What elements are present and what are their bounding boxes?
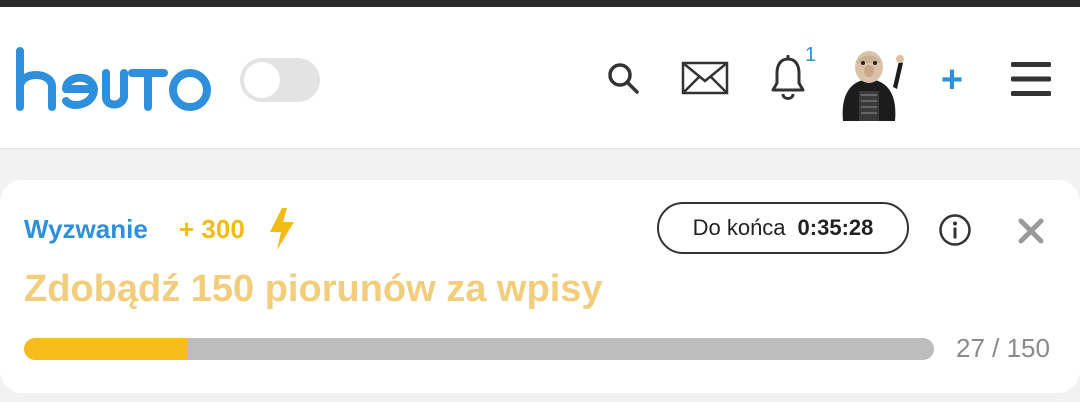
top-navigation-bar: 1 + — [0, 7, 1080, 149]
search-icon — [606, 61, 640, 100]
status-bar-strip — [0, 0, 1080, 7]
mail-icon — [681, 61, 729, 100]
hejto-logo[interactable] — [14, 45, 214, 111]
timer-label: Do końca — [692, 215, 786, 240]
add-post-button[interactable]: + — [936, 57, 968, 103]
user-avatar[interactable] — [833, 47, 905, 121]
challenge-points: + 300 — [179, 214, 245, 244]
progress-fill — [24, 338, 188, 360]
hamburger-menu-icon — [1011, 61, 1051, 102]
time-remaining-box: Do końca 0:35:28 — [657, 202, 909, 254]
challenge-progress-bar — [24, 338, 934, 360]
plus-icon: + — [940, 59, 964, 101]
notification-count-badge: 1 — [805, 44, 817, 66]
challenge-title: Zdobądź 150 piorunów za wpisy — [24, 268, 603, 310]
messages-button[interactable] — [678, 57, 732, 103]
challenge-card: Wyzwanie + 300 Do końca 0:35:28 Zdobądź … — [0, 180, 1080, 393]
bell-icon — [770, 54, 806, 106]
main-menu-button[interactable] — [1008, 61, 1054, 101]
info-icon[interactable] — [938, 213, 972, 247]
progress-count: 27 / 150 — [956, 333, 1050, 363]
challenge-label: Wyzwanie — [24, 214, 148, 244]
lightning-bolt-icon — [268, 208, 296, 250]
close-icon[interactable] — [1016, 216, 1046, 246]
timer-value: 0:35:28 — [797, 215, 874, 240]
search-button[interactable] — [600, 57, 646, 103]
toggle-knob — [244, 62, 280, 98]
theme-toggle[interactable] — [240, 58, 320, 102]
